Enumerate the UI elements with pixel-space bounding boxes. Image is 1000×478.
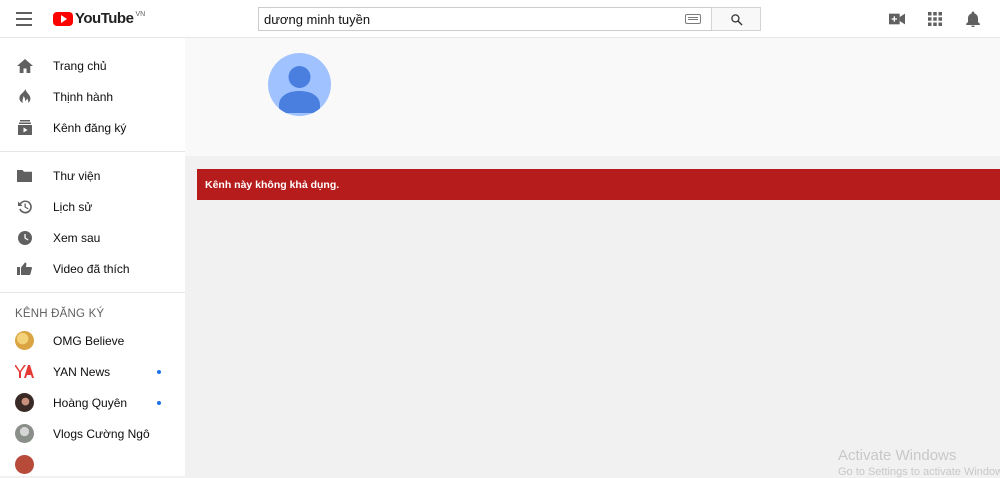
sidebar-item-label: Thư viện	[53, 168, 101, 183]
sidebar-item-label: Trang chủ	[53, 58, 107, 73]
channel-unavailable-alert: Kênh này không khả dụng.	[197, 169, 1000, 200]
sidebar-item-trending[interactable]: Thịnh hành	[0, 81, 185, 112]
keyboard-icon[interactable]	[685, 14, 701, 24]
sidebar-divider	[0, 292, 185, 293]
sidebar-item-subscriptions[interactable]: Kênh đăng ký	[0, 112, 185, 143]
sidebar-item-label: Video đã thích	[53, 261, 130, 276]
subscriptions-icon	[16, 119, 33, 136]
channel-name: OMG Believe	[53, 333, 125, 348]
subscription-item[interactable]: YAN News	[0, 356, 185, 387]
home-icon	[16, 57, 33, 74]
alert-text: Kênh này không khả dụng.	[205, 178, 340, 191]
folder-icon	[16, 167, 33, 184]
default-user-icon	[279, 66, 320, 113]
history-icon	[16, 198, 33, 215]
fire-icon	[16, 88, 33, 105]
search-button[interactable]	[711, 7, 761, 31]
subscription-item[interactable]: Vlogs Cường Ngô	[0, 418, 185, 449]
create-video-button[interactable]	[888, 10, 906, 28]
youtube-logo[interactable]: YouTube VN	[53, 10, 145, 28]
thumbs-up-icon	[16, 260, 33, 277]
subscription-item[interactable]: Hoàng Quyên	[0, 387, 185, 418]
logo-text: YouTube	[75, 10, 134, 27]
activate-windows-subtitle: Go to Settings to activate Windows.	[838, 466, 1000, 478]
activate-windows-title: Activate Windows	[838, 447, 957, 464]
channel-avatar	[15, 424, 34, 443]
notifications-button[interactable]	[964, 10, 982, 28]
channel-name: Hoàng Quyên	[53, 395, 128, 410]
channel-name: YAN News	[53, 364, 111, 379]
sidebar-item-label: Lịch sử	[53, 199, 93, 214]
search-bar	[258, 7, 761, 31]
sidebar-divider	[0, 151, 185, 152]
apps-grid-icon	[928, 12, 942, 26]
channel-avatar	[14, 362, 34, 381]
new-content-indicator	[157, 401, 161, 405]
youtube-play-icon	[53, 12, 73, 26]
sidebar-item-home[interactable]: Trang chủ	[0, 50, 185, 81]
search-box	[258, 7, 711, 31]
sidebar-item-watch-later[interactable]: Xem sau	[0, 222, 185, 253]
sidebar-item-history[interactable]: Lịch sử	[0, 191, 185, 222]
channel-avatar-large	[268, 53, 331, 116]
menu-icon[interactable]	[16, 12, 32, 26]
subscriptions-section-title: KÊNH ĐĂNG KÝ	[15, 308, 105, 320]
subscription-item-partial[interactable]	[0, 449, 185, 476]
channel-avatar	[15, 393, 34, 412]
sidebar-item-label: Xem sau	[53, 230, 101, 245]
channel-avatar	[15, 331, 34, 350]
sidebar-item-label: Thịnh hành	[53, 89, 114, 104]
sidebar-item-liked-videos[interactable]: Video đã thích	[0, 253, 185, 284]
clock-icon	[16, 229, 33, 246]
channel-avatar	[15, 455, 34, 474]
sidebar: Trang chủ Thịnh hành Kênh đăng ký Thư vi…	[0, 38, 185, 476]
subscription-item[interactable]: OMG Believe	[0, 325, 185, 356]
sidebar-item-label: Kênh đăng ký	[53, 120, 127, 135]
video-camera-plus-icon	[889, 13, 905, 25]
top-actions	[888, 10, 982, 28]
sidebar-item-library[interactable]: Thư viện	[0, 160, 185, 191]
channel-header	[185, 38, 1000, 156]
channel-name: Vlogs Cường Ngô	[53, 426, 150, 441]
logo-country: VN	[135, 11, 146, 18]
apps-button[interactable]	[926, 10, 944, 28]
top-bar: YouTube VN	[0, 0, 1000, 38]
bell-icon	[966, 11, 980, 27]
search-input[interactable]	[264, 11, 685, 27]
search-icon	[730, 13, 742, 25]
new-content-indicator	[157, 370, 161, 374]
